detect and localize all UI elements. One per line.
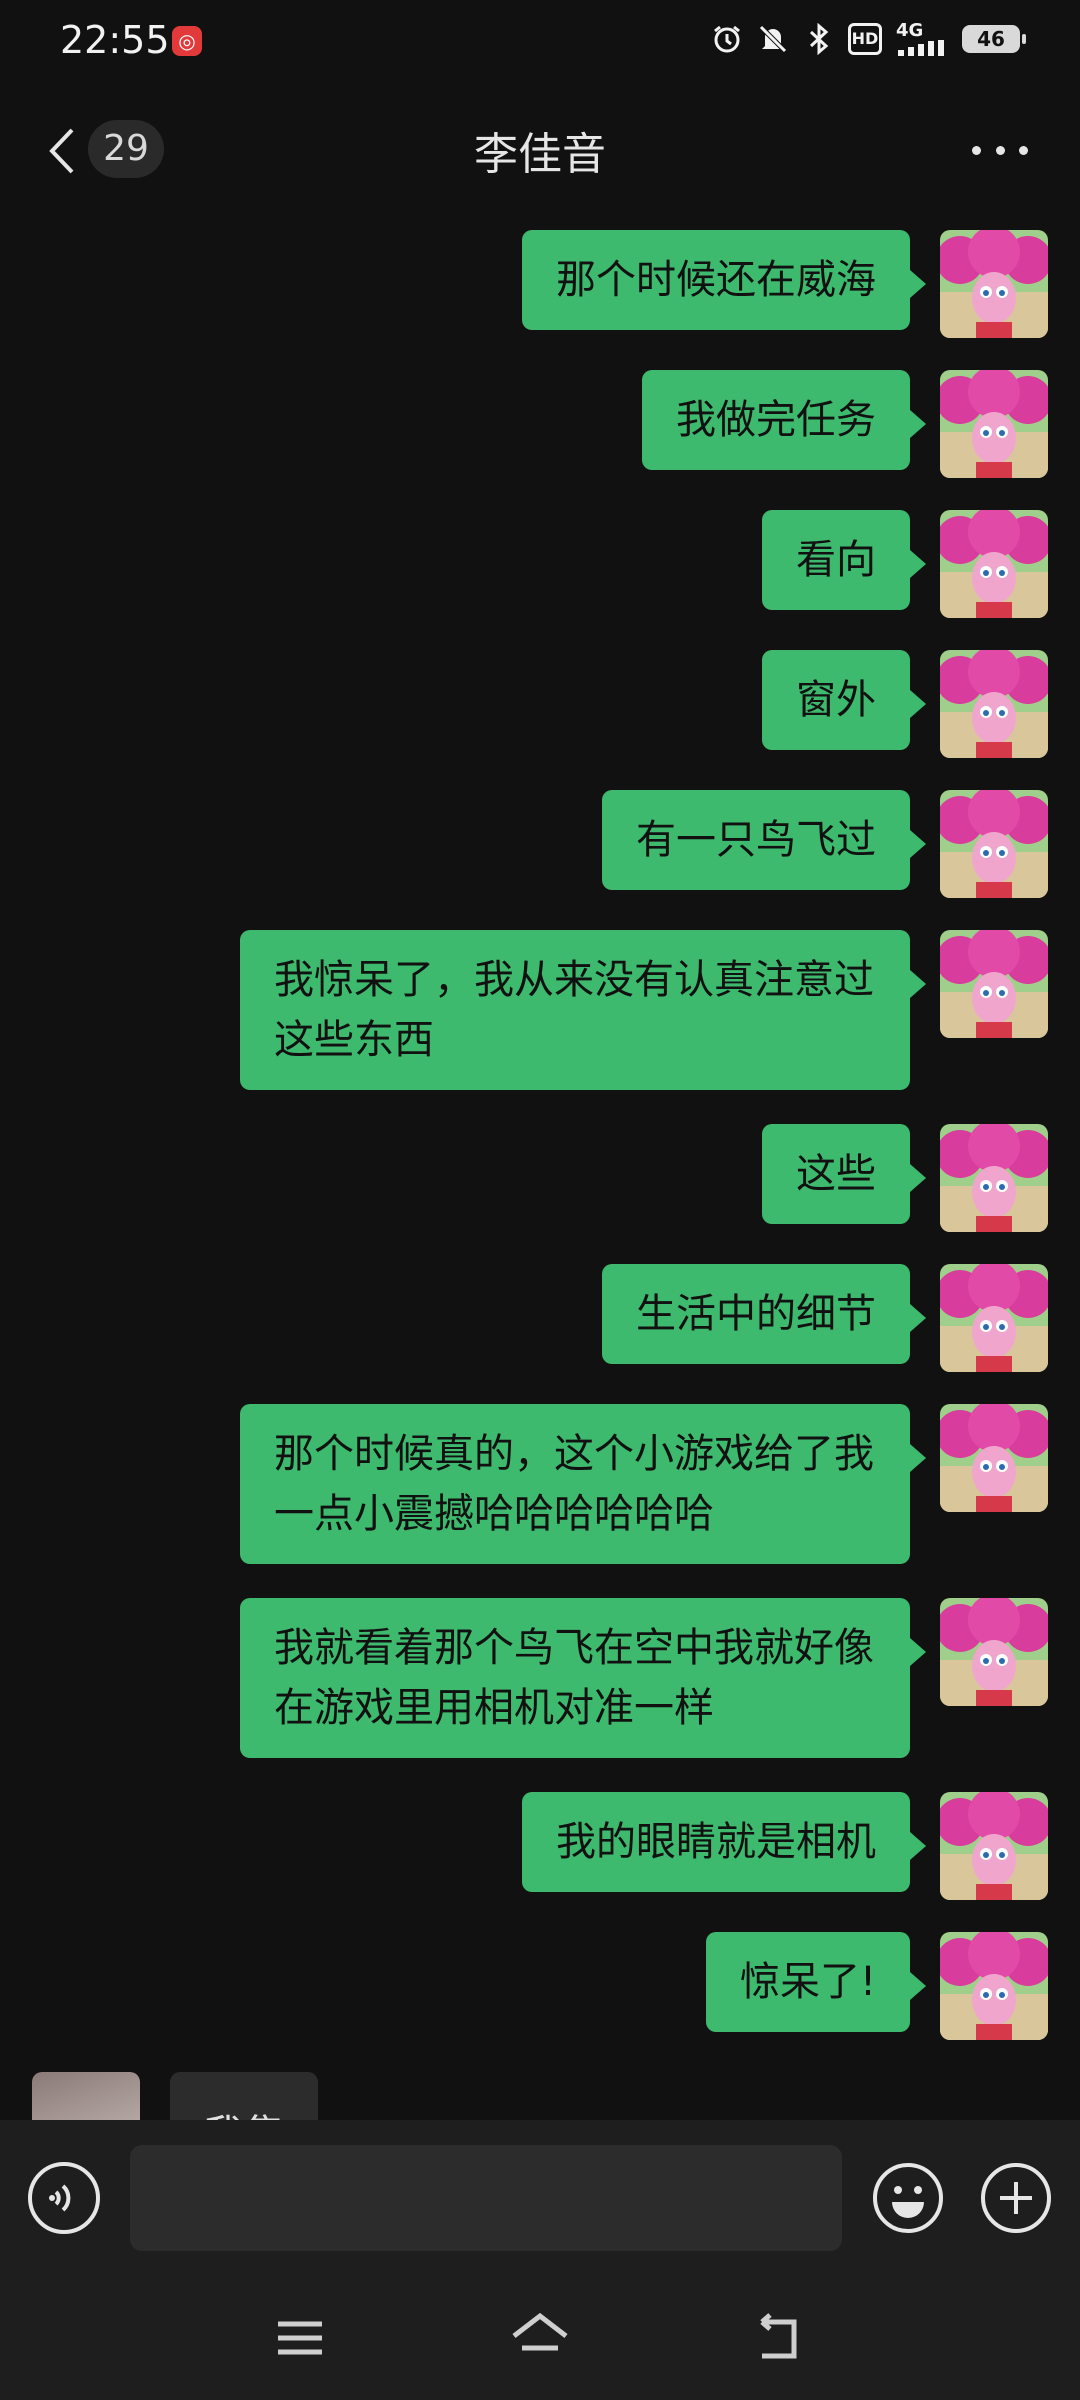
more-functions-plus-icon[interactable] — [980, 2162, 1052, 2234]
message-row: 窗外 — [762, 650, 1048, 758]
system-nav-bar — [0, 2280, 1080, 2400]
status-time: 22:55 — [60, 18, 170, 62]
message-row: 这些 — [762, 1124, 1048, 1232]
mute-bell-icon — [756, 22, 790, 56]
message-bubble[interactable]: 那个时候真的，这个小游戏给了我一点小震撼哈哈哈哈哈哈 — [240, 1404, 926, 1564]
message-row: 我惊呆了，我从来没有认真注意过这些东西 — [240, 930, 1048, 1090]
message-bubble[interactable]: 惊呆了! — [705, 1932, 927, 2032]
emoji-icon[interactable] — [872, 2162, 944, 2234]
avatar[interactable] — [940, 370, 1048, 478]
incoming-message-bubble[interactable]: 我集 — [170, 2072, 318, 2120]
message-row: 惊呆了! — [705, 1932, 1048, 2040]
menu-icon[interactable] — [270, 2308, 330, 2368]
message-bubble[interactable]: 这些 — [762, 1124, 926, 1224]
message-bubble[interactable]: 看向 — [762, 510, 926, 610]
avatar[interactable] — [940, 1792, 1048, 1900]
avatar[interactable] — [940, 1404, 1048, 1512]
chat-header: 29 李佳音 — [0, 80, 1080, 220]
message-bubble[interactable]: 我的眼睛就是相机 — [522, 1792, 926, 1892]
avatar[interactable] — [940, 650, 1048, 758]
netease-music-icon: ◎ — [172, 26, 202, 56]
avatar[interactable] — [940, 930, 1048, 1038]
message-bubble[interactable]: 生活中的细节 — [602, 1264, 926, 1364]
contact-avatar[interactable] — [32, 2072, 140, 2120]
hd-icon: HD — [848, 22, 882, 56]
avatar[interactable] — [940, 1264, 1048, 1372]
avatar[interactable] — [940, 230, 1048, 338]
back-icon[interactable] — [750, 2308, 810, 2368]
message-bubble[interactable]: 我惊呆了，我从来没有认真注意过这些东西 — [240, 930, 926, 1090]
bluetooth-icon — [802, 22, 836, 56]
message-row: 那个时候真的，这个小游戏给了我一点小震撼哈哈哈哈哈哈 — [240, 1404, 1048, 1564]
message-bubble[interactable]: 那个时候还在威海 — [522, 230, 926, 330]
chat-input-bar — [0, 2120, 1080, 2280]
battery-icon: 46 — [962, 25, 1026, 53]
message-row: 我做完任务 — [642, 370, 1048, 478]
message-row: 我就看着那个鸟飞在空中我就好像在游戏里用相机对准一样 — [240, 1598, 1048, 1758]
message-bubble[interactable]: 窗外 — [762, 650, 926, 750]
signal-icon: 4G — [894, 22, 950, 56]
message-row: 有一只鸟飞过 — [602, 790, 1048, 898]
message-row: 那个时候还在威海 — [522, 230, 1048, 338]
avatar[interactable] — [940, 510, 1048, 618]
status-bar: 22:55 ◎ HD 4G 46 — [0, 0, 1080, 80]
message-bubble[interactable]: 有一只鸟飞过 — [602, 790, 926, 890]
incoming-message-row: 我集 — [32, 2072, 318, 2120]
message-bubble[interactable]: 我就看着那个鸟飞在空中我就好像在游戏里用相机对准一样 — [240, 1598, 926, 1758]
avatar[interactable] — [940, 1124, 1048, 1232]
avatar[interactable] — [940, 790, 1048, 898]
chat-title: 李佳音 — [474, 129, 606, 180]
avatar[interactable] — [940, 1598, 1048, 1706]
voice-input-button[interactable] — [28, 2162, 100, 2234]
message-input[interactable] — [130, 2145, 842, 2251]
home-icon[interactable] — [510, 2308, 570, 2368]
message-row: 看向 — [762, 510, 1048, 618]
avatar[interactable] — [940, 1932, 1048, 2040]
status-icons: HD 4G 46 — [710, 22, 1026, 56]
message-row: 生活中的细节 — [602, 1264, 1048, 1372]
network-type: 4G — [896, 20, 924, 41]
message-row: 我的眼睛就是相机 — [522, 1792, 1048, 1900]
message-bubble[interactable]: 我做完任务 — [642, 370, 926, 470]
more-options-icon[interactable] — [972, 140, 1028, 160]
chat-message-list[interactable]: 那个时候还在威海 我做完任务 看向 窗外 有一只鸟飞过 我惊呆了，我从来没有认真… — [0, 220, 1080, 2120]
alarm-icon — [710, 22, 744, 56]
